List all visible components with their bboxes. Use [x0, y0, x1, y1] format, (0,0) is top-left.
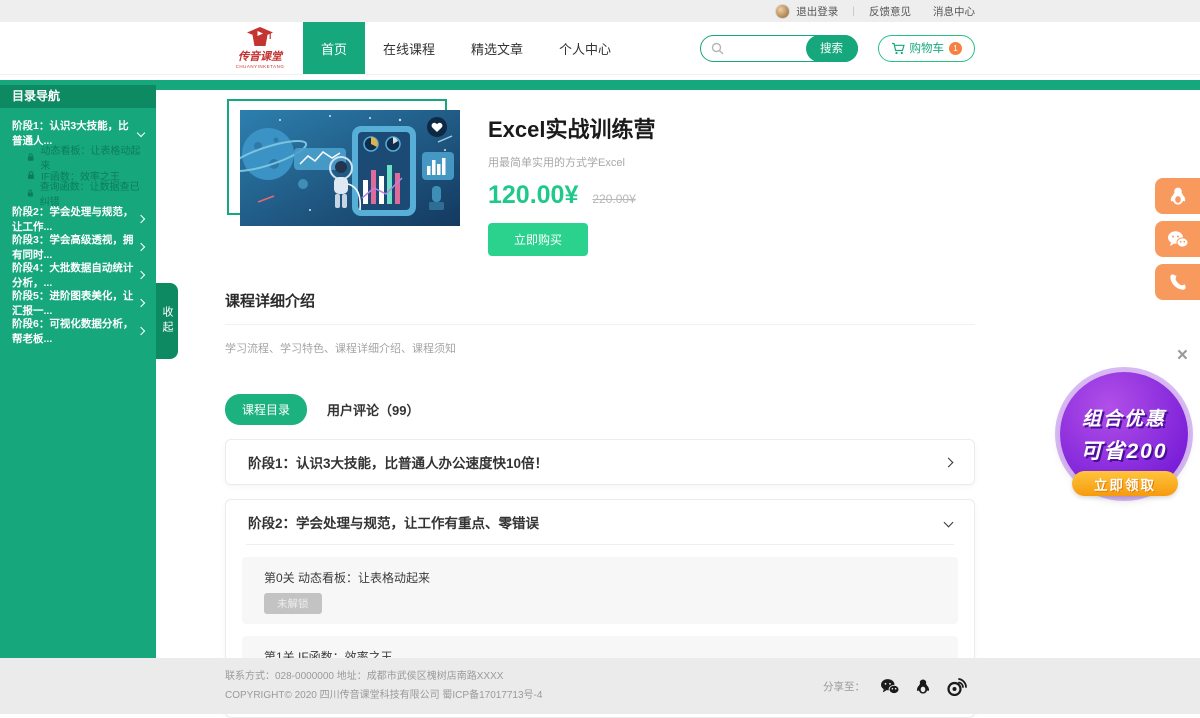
course-cover-image[interactable] [240, 110, 460, 226]
chevron-right-icon [137, 271, 145, 279]
course-original-price: 220.00¥ [592, 192, 635, 206]
sidebar-lesson-locked[interactable]: 动态看板：让表格动起来 [0, 148, 156, 166]
sidebar-stage-label: 阶段5：进阶图表美化，让汇报一... [12, 288, 138, 318]
contact-float-buttons [1155, 178, 1200, 300]
phone-icon [1169, 273, 1187, 291]
lesson-title: 第0关 动态看板：让表格动起来 [264, 569, 936, 586]
promo-close-icon[interactable]: × [1177, 346, 1188, 365]
top-utility-bar: 退出登录 | 反馈意见 消息中心 [0, 0, 1200, 22]
cart-button[interactable]: 购物车 1 [878, 35, 976, 62]
lock-icon [26, 170, 36, 180]
logo-title: 传音课堂 [238, 48, 282, 64]
sidebar-title: 目录导航 [0, 85, 156, 108]
course-info: Excel实战训练营 用最简单实用的方式学Excel 120.00¥ 220.0… [488, 98, 656, 256]
catalog-sidebar: 目录导航 阶段1：认识3大技能，比普通人... 动态看板：让表格动起来 IF函数… [0, 80, 156, 658]
detail-summary: 学习流程、学习特色、课程详细介绍、课程须知 [225, 340, 975, 356]
nav-right: 搜索 购物车 1 [700, 22, 976, 74]
sidebar-stage-label: 阶段4：大批数据自动统计分析，... [12, 260, 138, 290]
weibo-share-icon[interactable] [946, 677, 967, 696]
course-detail-section: 课程详细介绍 学习流程、学习特色、课程详细介绍、课程须知 [225, 290, 975, 356]
search-icon [711, 42, 724, 55]
promo-line-2: 可省200 [1080, 435, 1167, 465]
footer: 联系方式：028-0000000 地址：成都市武侯区槐树店南路XXXX COPY… [0, 658, 1200, 714]
cart-icon [891, 42, 905, 55]
nav-item-home[interactable]: 首页 [303, 22, 365, 74]
logo-subtitle: CHUANYINKETANG [236, 64, 285, 69]
promo-claim-button[interactable]: 立即领取 [1072, 471, 1178, 496]
page-accent-band [0, 80, 1200, 90]
sidebar-stage-5[interactable]: 阶段5：进阶图表美化，让汇报一... [0, 292, 156, 314]
lock-icon [26, 152, 35, 162]
nav-menu: 首页 在线课程 精选文章 个人中心 [303, 22, 629, 74]
footer-copyright: COPYRIGHT© 2020 四川传音课堂科技有限公司 蜀ICP备170177… [225, 686, 542, 705]
qq-icon [1168, 186, 1188, 206]
sidebar-stage-4[interactable]: 阶段4：大批数据自动统计分析，... [0, 264, 156, 286]
footer-contact: 联系方式：028-0000000 地址：成都市武侯区槐树店南路XXXX [225, 667, 542, 686]
course-title: Excel实战训练营 [488, 112, 656, 144]
tabs: 课程目录 用户评论（99） [225, 394, 975, 425]
sidebar-stage-6[interactable]: 阶段6：可视化数据分析，帮老板... [0, 320, 156, 342]
feedback-link[interactable]: 反馈意见 [869, 4, 911, 19]
wechat-share-icon[interactable] [880, 678, 900, 695]
qq-share-icon[interactable] [915, 677, 931, 696]
chevron-down-icon [944, 517, 954, 527]
sidebar-stage-label: 阶段3：学会高级透视，拥有同时... [12, 232, 138, 262]
search-button[interactable]: 搜索 [806, 35, 858, 62]
chevron-right-icon [944, 457, 954, 467]
footer-info: 联系方式：028-0000000 地址：成都市武侯区槐树店南路XXXX COPY… [225, 667, 542, 705]
wechat-contact-button[interactable] [1155, 221, 1200, 257]
tab-user-comments[interactable]: 用户评论（99） [327, 400, 419, 419]
course-price: 120.00¥ [488, 181, 578, 210]
buy-now-button[interactable]: 立即购买 [488, 223, 588, 256]
course-subtitle: 用最简单实用的方式学Excel [488, 154, 656, 170]
divider: | [852, 5, 855, 17]
sidebar-locked-list: 动态看板：让表格动起来 IF函数：效率之王 查询函数：让数据查已纠错 [0, 148, 156, 202]
course-hero: Excel实战训练营 用最简单实用的方式学Excel 120.00¥ 220.0… [225, 98, 975, 256]
price-row: 120.00¥ 220.00¥ [488, 181, 656, 210]
logout-link[interactable]: 退出登录 [796, 4, 838, 19]
sidebar-stage-3[interactable]: 阶段3：学会高级透视，拥有同时... [0, 236, 156, 258]
sidebar-stage-1[interactable]: 阶段1：认识3大技能，比普通人... [0, 122, 156, 144]
accordion-stage-2-header[interactable]: 阶段2：学会处理与规范，让工作有重点、零错误 [226, 500, 974, 544]
main-navbar: 传音课堂 CHUANYINKETANG 首页 在线课程 精选文章 个人中心 搜索… [0, 22, 1200, 75]
lesson-item[interactable]: 第0关 动态看板：让表格动起来 未解锁 [242, 557, 958, 624]
sidebar-stage-label: 阶段2：学会处理与规范，让工作... [12, 204, 138, 234]
phone-contact-button[interactable] [1155, 264, 1200, 300]
chevron-down-icon [137, 129, 145, 137]
sidebar-stage-label: 阶段6：可视化数据分析，帮老板... [12, 316, 138, 346]
nav-item-profile[interactable]: 个人中心 [541, 22, 629, 74]
chevron-right-icon [137, 243, 145, 251]
chevron-right-icon [137, 215, 145, 223]
chevron-right-icon [137, 299, 145, 307]
sidebar-stage-list: 阶段2：学会处理与规范，让工作... 阶段3：学会高级透视，拥有同时... 阶段… [0, 208, 156, 342]
share-label: 分享至： [823, 679, 865, 694]
promo-line-1: 组合优惠 [1082, 404, 1166, 431]
logo-cap-icon [247, 27, 273, 47]
chevron-right-icon [137, 327, 145, 335]
divider [246, 544, 954, 545]
cart-badge: 1 [949, 42, 962, 55]
nav-item-articles[interactable]: 精选文章 [453, 22, 541, 74]
sidebar-lesson-locked[interactable]: 查询函数：让数据查已纠错 [0, 184, 156, 202]
message-center-link[interactable]: 消息中心 [933, 4, 975, 19]
wechat-icon [1167, 230, 1189, 249]
course-cover [240, 110, 460, 226]
accordion-stage-2-label: 阶段2：学会处理与规范，让工作有重点、零错误 [248, 512, 539, 532]
avatar[interactable] [775, 4, 790, 19]
cart-label: 购物车 [910, 40, 945, 56]
sidebar-stage-2[interactable]: 阶段2：学会处理与规范，让工作... [0, 208, 156, 230]
detail-heading: 课程详细介绍 [225, 290, 975, 325]
accordion-stage-1-header[interactable]: 阶段1：认识3大技能，比普通人办公速度快10倍！ [226, 440, 974, 484]
footer-share: 分享至： [823, 677, 967, 696]
search-box: 搜索 [700, 35, 858, 62]
logo[interactable]: 传音课堂 CHUANYINKETANG [225, 22, 295, 74]
accordion-stage-1: 阶段1：认识3大技能，比普通人办公速度快10倍！ [225, 439, 975, 485]
qq-contact-button[interactable] [1155, 178, 1200, 214]
nav-item-courses[interactable]: 在线课程 [365, 22, 453, 74]
lesson-lock-status: 未解锁 [264, 593, 322, 614]
accordion-stage-1-label: 阶段1：认识3大技能，比普通人办公速度快10倍！ [248, 452, 548, 472]
tab-course-catalog[interactable]: 课程目录 [225, 394, 307, 425]
main-content: Excel实战训练营 用最简单实用的方式学Excel 120.00¥ 220.0… [156, 90, 1200, 718]
lock-icon [26, 188, 35, 198]
